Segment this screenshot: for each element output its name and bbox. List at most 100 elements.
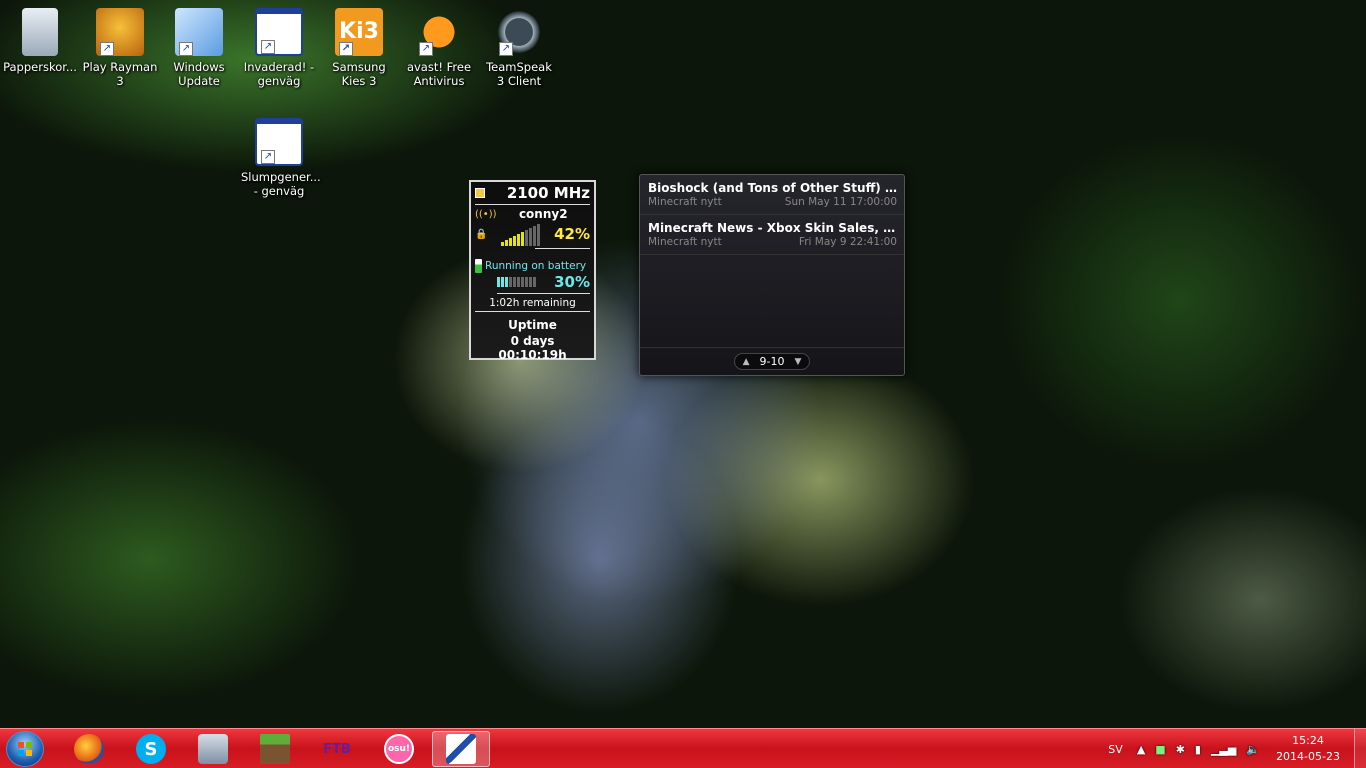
desktop-icon-windows-update[interactable]: ↗ Windows Update (161, 6, 237, 88)
network-signal-icon[interactable]: ▁▃▅ (1211, 743, 1236, 756)
desktop-icon-label: avast! Free Antivirus (406, 60, 472, 88)
divider (535, 248, 590, 249)
feed-page-range: 9-10 (759, 355, 785, 368)
desktop-icon-label: Invaderad! - genväg (243, 60, 315, 88)
feed-headlines-gadget[interactable]: Bioshock (and Tons of Other Stuff) Revis… (639, 174, 905, 376)
desktop-icon-recycle-bin[interactable]: Papperskor... (2, 6, 78, 74)
battery-tray-icon[interactable]: ▮ (1195, 743, 1201, 756)
taskbar-button-osu[interactable]: osu! (370, 731, 428, 767)
desktop-icon-label: Samsung Kies 3 (332, 60, 386, 88)
desktop-icon-label: Slumpgener... - genväg (241, 170, 321, 198)
battery-bar-segment (533, 277, 536, 287)
desktop-icon-label: TeamSpeak 3 Client (486, 60, 552, 88)
feed-item[interactable]: Bioshock (and Tons of Other Stuff) Revis… (640, 175, 904, 215)
taskbar-button-firefox[interactable] (60, 731, 118, 767)
windows-update-icon: ↗ (175, 8, 223, 56)
lock-icon: 🔒 (475, 228, 488, 240)
shortcut-arrow-icon: ↗ (261, 40, 275, 54)
system-monitor-gadget[interactable]: 2100 MHz ((•)) conny2 🔒 42% Running on b… (469, 180, 596, 362)
osu-icon: osu! (384, 734, 414, 764)
app-window-icon: ↗ (255, 118, 303, 166)
start-button[interactable] (6, 731, 44, 767)
shortcut-arrow-icon: ↗ (179, 42, 193, 56)
battery-bar-segment (521, 277, 524, 287)
clock-date: 2014-05-23 (1276, 750, 1340, 763)
desktop-icon-slumpgenerator[interactable]: ↗ Slumpgener... - genväg (241, 116, 321, 198)
shortcut-arrow-icon: ↗ (339, 42, 353, 56)
battery-bar-segment (513, 277, 516, 287)
divider (497, 293, 590, 294)
feed-navigation: ▲ 9-10 ▼ (640, 347, 904, 375)
battery-remaining: 1:02h remaining (489, 297, 576, 309)
shortcut-arrow-icon: ↗ (499, 42, 513, 56)
taskbar-button-minecraft[interactable] (246, 731, 304, 767)
battery-bar-segment (505, 277, 508, 287)
app-window-icon: ↗ (255, 8, 303, 56)
desktop-icon-samsung-kies[interactable]: Ki3 ↗ Samsung Kies 3 (321, 6, 397, 88)
feed-item-title: Minecraft News - Xbox Skin Sales, Sidew.… (648, 221, 897, 235)
feed-item-date: Fri May 9 22:41:00 (798, 236, 897, 248)
divider (475, 204, 590, 205)
battery-percent: 30% (554, 273, 590, 291)
battery-level-bar (497, 277, 536, 287)
taskbar-button-skype[interactable]: S (122, 731, 180, 767)
next-page-icon[interactable]: ▼ (794, 357, 801, 367)
file-manager-icon (198, 734, 228, 764)
desktop-icon-teamspeak[interactable]: ↗ TeamSpeak 3 Client (481, 6, 557, 88)
language-indicator[interactable]: SV (1108, 743, 1123, 756)
divider (475, 311, 590, 312)
wifi-icon: ((•)) (475, 208, 497, 220)
samsung-kies-icon: Ki3 ↗ (335, 8, 383, 56)
ftb-launcher-icon: FTB (323, 741, 351, 757)
desktop-icon-label: Play Rayman 3 (82, 60, 158, 88)
battery-bar-segment (525, 277, 528, 287)
feed-item[interactable]: Minecraft News - Xbox Skin Sales, Sidew.… (640, 215, 904, 255)
volume-icon[interactable]: 🔈 (1246, 743, 1260, 756)
feed-item-source: Minecraft nytt (648, 236, 722, 248)
teamspeak-icon: ↗ (495, 8, 543, 56)
clock[interactable]: 15:24 2014-05-23 (1276, 733, 1340, 765)
feed-item-date: Sun May 11 17:00:00 (784, 196, 897, 208)
battery-bar-segment (529, 277, 532, 287)
feed-item-title: Bioshock (and Tons of Other Stuff) Revis… (648, 181, 897, 195)
taskbar-button-files[interactable] (184, 731, 242, 767)
network-name: conny2 (518, 207, 568, 221)
shortcut-arrow-icon: ↗ (419, 42, 433, 56)
security-shield-icon[interactable]: ■ (1155, 743, 1165, 756)
cpu-frequency: 2100 MHz (506, 184, 590, 202)
clock-time: 15:24 (1292, 734, 1324, 747)
uptime-value: 0 days 00:10:19h (498, 334, 567, 362)
previous-page-icon[interactable]: ▲ (743, 357, 750, 367)
uptime-label: Uptime (508, 318, 557, 332)
desktop-icon-rayman[interactable]: ↗ Play Rayman 3 (82, 6, 158, 88)
battery-bar-segment (509, 277, 512, 287)
show-desktop-button[interactable] (1354, 729, 1366, 768)
bluetooth-icon[interactable]: ✱ (1176, 743, 1185, 756)
firefox-icon (74, 734, 104, 764)
battery-icon (475, 259, 482, 273)
taskbar-button-ftb[interactable]: FTB (308, 731, 366, 767)
desktop-icon-label: Windows Update (173, 60, 225, 88)
show-hidden-icons-icon[interactable]: ▲ (1137, 743, 1145, 756)
system-tray: SV ▲ ■ ✱ ▮ ▁▃▅ 🔈 15:24 2014-05-23 (1108, 729, 1366, 768)
desktop-icon-avast[interactable]: ↗ avast! Free Antivirus (401, 6, 477, 88)
recycle-bin-icon (22, 8, 58, 56)
feed-pager: ▲ 9-10 ▼ (733, 353, 811, 370)
taskbar-button-paint[interactable] (432, 731, 490, 767)
shortcut-arrow-icon: ↗ (261, 150, 275, 164)
feed-item-source: Minecraft nytt (648, 196, 722, 208)
desktop-icon-label: Papperskor... (3, 60, 77, 74)
signal-percent: 42% (554, 225, 590, 243)
battery-status: Running on battery (485, 260, 587, 272)
shortcut-arrow-icon: ↗ (100, 42, 114, 56)
rayman-icon: ↗ (96, 8, 144, 56)
taskbar: S FTB osu! SV ▲ ■ ✱ ▮ ▁▃▅ 🔈 15:24 2014-0… (0, 728, 1366, 768)
avast-icon: ↗ (415, 8, 463, 56)
battery-bar-segment (501, 277, 504, 287)
minecraft-icon (260, 734, 290, 764)
paint-icon (446, 734, 476, 764)
kies-logo-text: Ki3 (339, 19, 379, 44)
cpu-icon (475, 188, 485, 198)
skype-icon: S (136, 734, 166, 764)
desktop-icon-invaderad[interactable]: ↗ Invaderad! - genväg (241, 6, 317, 88)
